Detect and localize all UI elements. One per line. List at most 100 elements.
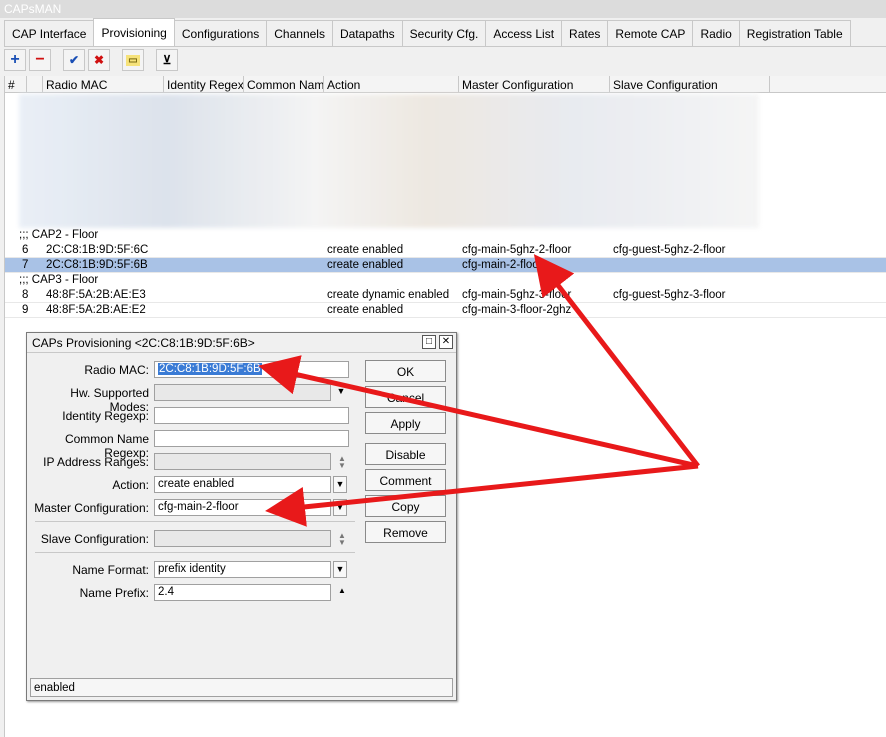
add-button[interactable]: + <box>4 49 26 71</box>
identity-regexp-label: Identity Regexp: <box>62 409 149 423</box>
col-flags[interactable] <box>27 76 43 93</box>
col-slave-config[interactable]: Slave Configuration <box>610 76 770 93</box>
filter-icon: ⊻ <box>162 53 172 67</box>
toolbar: + − ✔ ✖ ▭ ⊻ <box>4 49 178 75</box>
disable-button[interactable]: Disable <box>365 443 446 465</box>
name-prefix-field[interactable]: 2.4 <box>154 584 331 601</box>
cancel-button[interactable]: Cancel <box>365 386 446 408</box>
window-title: CAPsMAN <box>0 0 886 18</box>
row-radio-mac: 48:8F:5A:2B:AE:E3 <box>46 289 146 301</box>
chevron-down-icon[interactable]: ▼ <box>334 384 348 401</box>
radio-mac-field[interactable]: 2C:C8:1B:9D:5F:6B <box>154 361 349 378</box>
updown-icon[interactable]: ▲ ▼ <box>336 455 348 470</box>
action-select[interactable]: create enabled <box>154 476 331 493</box>
col-common-name[interactable]: Common Nam... <box>244 76 324 93</box>
tab-remote-cap[interactable]: Remote CAP <box>607 20 694 46</box>
row-radio-mac: 2C:C8:1B:9D:5F:6C <box>46 244 149 256</box>
maximize-icon[interactable]: □ <box>422 335 436 349</box>
remove-button[interactable]: Remove <box>365 521 446 543</box>
redacted-rows <box>19 94 759 228</box>
slave-config-label: Slave Configuration: <box>40 532 149 546</box>
name-format-select[interactable]: prefix identity <box>154 561 331 578</box>
row-action: create dynamic enabled <box>327 289 450 301</box>
cross-icon: ✖ <box>93 53 105 67</box>
master-config-select[interactable]: cfg-main-2-floor <box>154 499 331 516</box>
row-number: 6 <box>22 244 29 256</box>
table-row[interactable]: 8 48:8F:5A:2B:AE:E3 create dynamic enabl… <box>5 288 886 303</box>
chevron-down-icon[interactable]: ▼ <box>333 561 347 578</box>
table-row[interactable]: 6 2C:C8:1B:9D:5F:6C create enabled cfg-m… <box>5 243 886 258</box>
table-row-selected[interactable]: 7 2C:C8:1B:9D:5F:6B create enabled cfg-m… <box>5 258 886 273</box>
row-number: 9 <box>22 304 29 316</box>
table-row[interactable]: 9 48:8F:5A:2B:AE:E2 create enabled cfg-m… <box>5 303 886 318</box>
tab-access-list[interactable]: Access List <box>485 20 563 46</box>
row-radio-mac: 2C:C8:1B:9D:5F:6B <box>46 259 148 271</box>
row-master-config: cfg-main-5ghz-2-floor <box>462 244 572 256</box>
dialog-titlebar: CAPs Provisioning <2C:C8:1B:9D:5F:6B> □ … <box>27 333 456 353</box>
updown-icon[interactable]: ▲ ▼ <box>336 532 348 547</box>
col-radio-mac[interactable]: Radio MAC <box>43 76 164 93</box>
identity-regexp-field[interactable] <box>154 407 349 424</box>
minus-icon: − <box>35 51 45 68</box>
status-bar: enabled <box>30 678 453 697</box>
chevron-down-icon[interactable]: ▼ <box>333 499 347 516</box>
col-number[interactable]: # <box>5 76 27 93</box>
common-name-field[interactable] <box>154 430 349 447</box>
master-config-label: Master Configuration: <box>34 501 149 515</box>
tab-configurations[interactable]: Configurations <box>173 20 268 46</box>
hw-modes-field[interactable] <box>154 384 331 401</box>
action-label: Action: <box>112 478 149 492</box>
plus-icon: + <box>10 51 20 68</box>
row-slave-config <box>610 258 616 273</box>
close-icon[interactable]: ✕ <box>439 335 453 349</box>
row-master-config: cfg-main-5ghz-3-floor <box>462 289 572 301</box>
comment-row: ;;; CAP2 - Floor <box>19 229 99 241</box>
table-header: # Radio MAC Identity Regexp Common Nam..… <box>5 76 886 93</box>
tab-radio[interactable]: Radio <box>692 20 740 46</box>
comment-row: ;;; CAP3 - Floor <box>19 274 99 286</box>
ip-ranges-field[interactable] <box>154 453 331 470</box>
slave-config-field[interactable] <box>154 530 331 547</box>
tab-registration-table[interactable]: Registration Table <box>738 20 851 46</box>
tab-provisioning[interactable]: Provisioning <box>93 18 175 46</box>
row-action: create enabled <box>327 304 404 316</box>
col-identity-regexp[interactable]: Identity Regexp <box>164 76 244 93</box>
ip-ranges-label: IP Address Ranges: <box>43 455 149 469</box>
row-action: create enabled <box>327 259 404 271</box>
provisioning-dialog: CAPs Provisioning <2C:C8:1B:9D:5F:6B> □ … <box>26 332 457 701</box>
row-master-config: cfg-main-3-floor-2ghz <box>462 304 572 316</box>
comment-button[interactable]: ▭ <box>122 49 144 71</box>
row-number: 7 <box>22 259 29 271</box>
filter-button[interactable]: ⊻ <box>156 49 178 71</box>
col-master-config[interactable]: Master Configuration <box>459 76 610 93</box>
collapse-icon[interactable]: ▲ <box>336 587 348 595</box>
tab-bar: CAP Interface Provisioning Configuration… <box>4 18 851 46</box>
ok-button[interactable]: OK <box>365 360 446 382</box>
tab-security-cfg[interactable]: Security Cfg. <box>401 20 487 46</box>
dialog-title: CAPs Provisioning <2C:C8:1B:9D:5F:6B> <box>32 336 255 350</box>
name-prefix-label: Name Prefix: <box>79 586 149 600</box>
tab-rates[interactable]: Rates <box>561 20 609 46</box>
row-master-config: cfg-main-2-floor <box>462 259 543 271</box>
row-slave-config: cfg-guest-5ghz-2-floor <box>613 244 726 256</box>
enable-button[interactable]: ✔ <box>63 49 85 71</box>
disable-button[interactable]: ✖ <box>88 49 110 71</box>
row-slave-config <box>610 303 616 318</box>
divider <box>35 521 355 522</box>
remove-button[interactable]: − <box>29 49 51 71</box>
apply-button[interactable]: Apply <box>365 412 446 434</box>
row-action: create enabled <box>327 244 404 256</box>
tab-cap-interface[interactable]: CAP Interface <box>4 20 95 46</box>
divider <box>35 552 355 553</box>
row-slave-config: cfg-guest-5ghz-3-floor <box>613 289 726 301</box>
copy-button[interactable]: Copy <box>365 495 446 517</box>
comment-button[interactable]: Comment <box>365 469 446 491</box>
chevron-down-icon[interactable]: ▼ <box>333 476 347 493</box>
tab-datapaths[interactable]: Datapaths <box>331 20 403 46</box>
radio-mac-label: Radio MAC: <box>84 363 149 377</box>
col-action[interactable]: Action <box>324 76 459 93</box>
row-number: 8 <box>22 289 29 301</box>
row-radio-mac: 48:8F:5A:2B:AE:E2 <box>46 304 146 316</box>
tab-channels[interactable]: Channels <box>266 20 333 46</box>
note-icon: ▭ <box>126 54 140 66</box>
